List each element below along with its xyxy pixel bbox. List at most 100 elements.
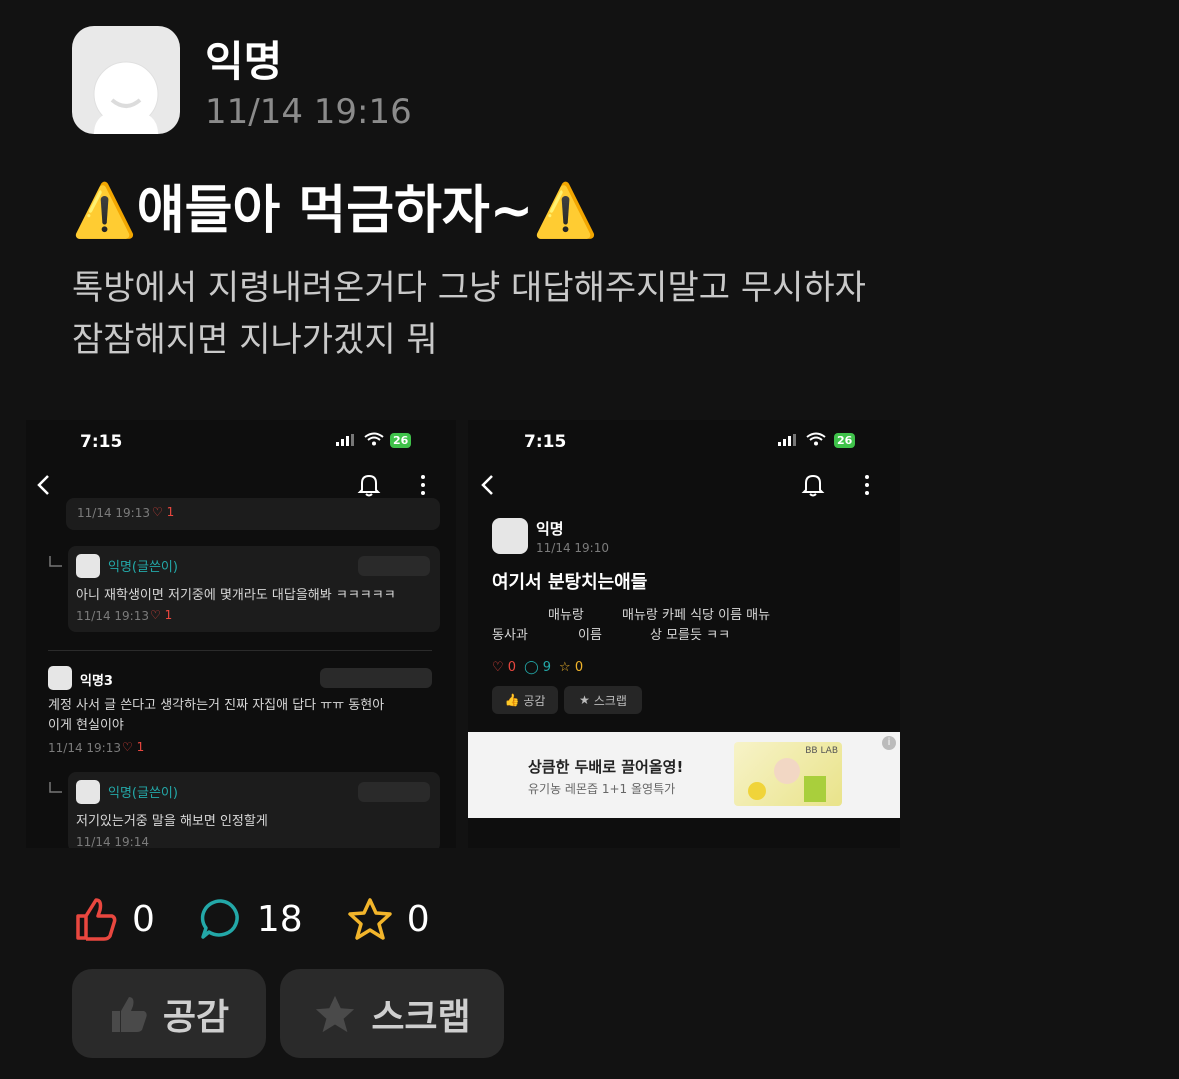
comment-card: 11/14 19:13 ♡ 1 [66,498,440,530]
comment-icon [200,899,239,939]
post-body-fragment: 이름 [578,628,602,643]
more-icon[interactable] [864,474,870,496]
ad-image: BB LAB [734,742,842,806]
post-body-fragment: 상 모를듯 ㅋㅋ [650,628,731,643]
comment-actions[interactable] [320,668,432,688]
reply-arrow-icon [49,556,62,567]
comment-text-line: 계정 사서 글 쓴다고 생각하는거 진짜 자집애 답다 ㅠㅠ 동현아 [48,698,385,713]
bell-icon[interactable] [800,472,826,498]
like-count: ♡ 1 [150,608,173,622]
ad-model-face [774,758,800,784]
reply-text: 아니 재학생이면 저기중에 몇개라도 대답을해봐 ㅋㅋㅋㅋㅋ [76,588,396,603]
thumbs-up-icon [76,898,117,941]
warning-icon: ⚠️ [72,181,137,241]
warning-icon: ⚠️ [533,181,599,241]
signal-icon [336,434,354,446]
post-stats: ♡ 0 ◯ 9 ☆ 0 [492,660,583,675]
screenshot-right: 7:15 26 익명 11/14 19:10 여기서 분탕치는애들 매뉴랑 매뉴… [468,420,900,848]
reply-card: 익명(글쓴이) 저기있는거중 말을 해보면 인정할게 11/14 19:14 [68,772,440,848]
screenshot-left: 7:15 26 11/14 19:13 ♡ 1 익명(글쓴이) 아니 재학생이면… [26,420,456,848]
reply-time: 11/14 19:14 [76,835,149,848]
star-icon [316,995,355,1032]
thumbs-up-icon: 👍 [504,693,520,707]
post-title: ⚠️얘들아 먹금하자~⚠️ [72,168,598,243]
thumbs-up-icon [111,996,147,1032]
ad-brand: BB LAB [805,746,838,756]
comment-author: 익명3 [80,674,113,689]
comment-actions[interactable] [358,556,430,576]
like-count: ♡ 0 [492,660,517,675]
like-count-value: 1 [164,608,173,622]
ad-info-icon[interactable]: i [882,736,896,750]
product-box [804,776,826,802]
post-body-line: 잠잠해지면 지나가겠지 뭐 [72,320,438,360]
star-icon [347,898,392,940]
avatar [76,554,100,578]
divider [48,650,432,651]
post-body-line: 톡방에서 지령내려온거다 그냥 대답해주지말고 무시하자 [72,268,866,308]
comment-count-value: 9 [542,660,552,675]
status-time: 7:15 [524,432,567,452]
scrap-count: 0 [406,898,430,940]
scrap-count-value: 0 [574,660,584,675]
like-count-value: 1 [136,740,145,754]
comment-count: ◯ 9 [524,660,552,675]
like-button[interactable]: 공감 [72,969,266,1058]
comment-count: 18 [256,898,303,940]
bell-icon[interactable] [356,472,382,498]
post-title-text: 얘들아 먹금하자~ [136,181,534,241]
post-body-fragment: 동사과 [492,628,528,643]
avatar [76,780,100,804]
reply-card: 익명(글쓴이) 아니 재학생이면 저기중에 몇개라도 대답을해봐 ㅋㅋㅋㅋㅋ 1… [68,546,440,632]
star-icon: ★ [579,693,590,707]
post-body: 톡방에서 지령내려온거다 그냥 대답해주지말고 무시하자 잠잠해지면 지나가겠지… [72,262,866,366]
comment-text: 계정 사서 글 쓴다고 생각하는거 진짜 자집애 답다 ㅠㅠ 동현아 이게 현실… [48,696,384,736]
like-button-label: 공감 [523,693,546,708]
comment-text-line: 이게 현실이야 [48,718,124,733]
author-name: 익명 [536,520,564,538]
post-body-fragment: 매뉴랑 카페 식당 이름 매뉴 [622,608,771,623]
comment-time: 11/14 19:13 [77,506,150,520]
ad-banner[interactable]: 상큼한 두배로 끌어올영! 유기농 레몬즙 1+1 올영특가 BB LAB i [468,732,900,818]
reply-author: 익명(글쓴이) [108,786,178,801]
reply-arrow-icon [49,782,62,793]
scrap-button-label: 스크랩 [371,996,471,1038]
scrap-button[interactable]: ★ 스크랩 [564,686,642,714]
post-title: 여기서 분탕치는애들 [492,572,648,593]
back-icon[interactable] [480,474,496,496]
lemon-icon [748,782,766,800]
stats-row: 0 18 0 [74,896,430,942]
like-button[interactable]: 👍 공감 [492,686,558,714]
author-avatar [72,26,180,134]
reply-text: 저기있는거중 말을 해보면 인정할게 [76,814,268,829]
back-icon[interactable] [36,474,52,496]
post-datetime: 11/14 19:10 [536,541,609,555]
scrap-button[interactable]: 스크랩 [280,969,504,1058]
author-name: 익명 [205,37,283,86]
post-datetime: 11/14 19:16 [205,92,412,132]
more-icon[interactable] [420,474,426,496]
ad-subtitle: 유기농 레몬즙 1+1 올영특가 [528,782,676,796]
reply-author: 익명(글쓴이) [108,560,178,575]
battery-icon: 26 [390,433,412,448]
wifi-icon [806,432,826,446]
author-avatar [492,518,528,554]
avatar [48,666,72,690]
like-count: 0 [132,898,155,940]
reply-time: 11/14 19:13 [76,609,149,623]
scrap-button-label: 스크랩 [593,693,627,708]
wifi-icon [364,432,384,446]
ad-headline: 상큼한 두배로 끌어올영! [528,758,684,776]
post-body-fragment: 매뉴랑 [548,608,584,623]
like-button-label: 공감 [162,996,230,1038]
person-icon [93,61,159,134]
battery-icon: 26 [834,433,856,448]
signal-icon [778,434,796,446]
status-time: 7:15 [80,432,123,452]
like-count: ♡ 1 [152,505,175,519]
like-count-value: 1 [166,505,175,519]
scrap-count: ☆ 0 [559,660,584,675]
like-count-value: 0 [507,660,517,675]
like-count: ♡ 1 [122,740,145,754]
comment-actions[interactable] [358,782,430,802]
